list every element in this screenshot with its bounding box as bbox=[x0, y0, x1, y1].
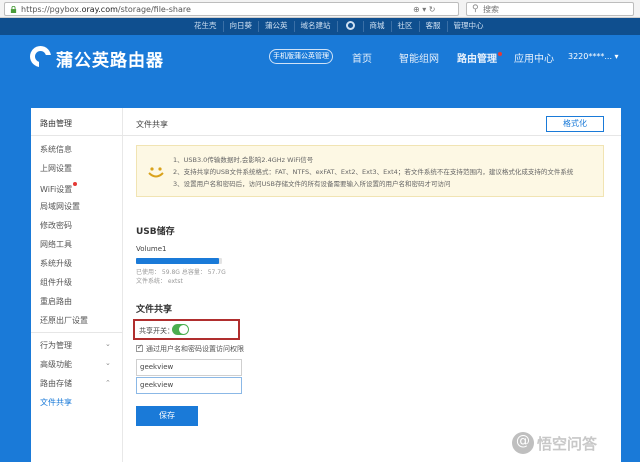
logo-icon bbox=[30, 46, 51, 67]
notification-dot bbox=[498, 52, 502, 56]
sidebar-group-behavior[interactable]: 行为管理 bbox=[40, 340, 72, 351]
volume-name: Volume1 bbox=[136, 245, 167, 253]
top-link-pugongying[interactable]: 蒲公英 bbox=[259, 21, 295, 32]
top-link-service[interactable]: 客服 bbox=[420, 21, 448, 32]
sidebar-item-net-tools[interactable]: 网络工具 bbox=[40, 239, 72, 250]
share-switch-highlight: 共享开关： bbox=[133, 319, 240, 340]
nav-networking[interactable]: 智能组网 bbox=[399, 50, 439, 65]
content-card: 路由管理 系统信息 上网设置 WiFi设置 局域网设置 修改密码 网络工具 系统… bbox=[31, 108, 621, 462]
format-button[interactable]: 格式化 bbox=[546, 116, 604, 132]
top-link-community[interactable]: 社区 bbox=[392, 21, 420, 32]
search-input[interactable] bbox=[483, 4, 628, 15]
main-panel: 文件共享 格式化 1、USB3.0传输数据时,会影响2.4GHz WiFi信号 … bbox=[123, 108, 621, 462]
site-header: 蒲公英路由器 手机版蒲公英管理 首页 智能组网 路由管理 应用中心 3220**… bbox=[0, 35, 640, 82]
chevron-down-icon[interactable]: ⌄ bbox=[105, 340, 111, 348]
share-toggle[interactable] bbox=[172, 324, 189, 335]
sidebar-item-password[interactable]: 修改密码 bbox=[40, 220, 72, 231]
nav-home[interactable]: 首页 bbox=[352, 50, 372, 65]
divider bbox=[123, 135, 621, 136]
divider bbox=[31, 135, 123, 136]
reload-icon[interactable]: ⊕ ▾ ↻ bbox=[413, 5, 436, 14]
nav-app-center[interactable]: 应用中心 bbox=[514, 50, 554, 65]
sidebar-group-advanced[interactable]: 高级功能 bbox=[40, 359, 72, 370]
search-icon: ⚲ bbox=[472, 4, 479, 14]
notice-box: 1、USB3.0传输数据时,会影响2.4GHz WiFi信号 2、支持共享的US… bbox=[136, 145, 604, 197]
top-link-domain[interactable]: 域名建站 bbox=[295, 21, 338, 32]
user-menu[interactable]: 3220****... ▾ bbox=[568, 52, 619, 61]
usb-section-title: USB储存 bbox=[136, 227, 175, 237]
browser-search[interactable]: ⚲ bbox=[466, 2, 634, 16]
address-bar[interactable]: https://pgybox.oray.com/storage/file-sha… bbox=[4, 2, 459, 16]
sidebar-item-lan[interactable]: 局域网设置 bbox=[40, 201, 80, 212]
volume-usage-fill bbox=[136, 258, 219, 264]
url-text: https://pgybox.oray.com/storage/file-sha… bbox=[21, 5, 191, 14]
mobile-manage-button[interactable]: 手机版蒲公英管理 bbox=[269, 49, 333, 64]
notice-line: 1、USB3.0传输数据时,会影响2.4GHz WiFi信号 bbox=[173, 156, 314, 164]
sidebar-item-system-upgrade[interactable]: 系统升级 bbox=[40, 258, 72, 269]
sidebar-item-component-upgrade[interactable]: 组件升级 bbox=[40, 277, 72, 288]
chevron-down-icon[interactable]: ⌄ bbox=[105, 359, 111, 367]
sidebar-item-reboot[interactable]: 重启路由 bbox=[40, 296, 72, 307]
watermark: 悟空问答 bbox=[512, 432, 597, 454]
auth-checkbox-label: 通过用户名和密码设置访问权限 bbox=[146, 345, 244, 353]
watermark-logo-icon bbox=[512, 432, 534, 454]
chevron-down-icon: ▾ bbox=[614, 52, 619, 61]
share-switch-label: 共享开关： bbox=[139, 327, 174, 335]
browser-toolbar: https://pgybox.oray.com/storage/file-sha… bbox=[0, 0, 640, 18]
save-button[interactable]: 保存 bbox=[136, 406, 198, 426]
smile-icon bbox=[148, 167, 164, 178]
top-link-huashengke[interactable]: 花生壳 bbox=[188, 21, 224, 32]
sidebar-item-internet[interactable]: 上网设置 bbox=[40, 163, 72, 174]
lock-icon bbox=[10, 6, 17, 13]
top-link-xiangrikui[interactable]: 向日葵 bbox=[224, 21, 259, 32]
auth-checkbox-row[interactable]: 通过用户名和密码设置访问权限 bbox=[136, 343, 244, 354]
sidebar-item-factory-reset[interactable]: 还原出厂设置 bbox=[40, 315, 88, 326]
sidebar-item-wifi[interactable]: WiFi设置 bbox=[40, 182, 78, 195]
chevron-up-icon[interactable]: ⌃ bbox=[105, 379, 111, 387]
auth-checkbox[interactable] bbox=[136, 343, 143, 352]
top-link-shop[interactable]: 商城 bbox=[364, 21, 392, 32]
volume-fs-text: 文件系统： extst bbox=[136, 278, 183, 285]
password-field[interactable]: geekview bbox=[136, 377, 242, 394]
notice-line: 2、支持共享的USB文件系统格式：FAT、NTFS、exFAT、Ext2、Ext… bbox=[173, 168, 574, 176]
volume-usage-bar bbox=[136, 258, 222, 264]
page-title: 文件共享 bbox=[136, 120, 168, 129]
sidebar-item-system-info[interactable]: 系统信息 bbox=[40, 144, 72, 155]
nav-router-manage[interactable]: 路由管理 bbox=[457, 50, 502, 65]
ring-icon bbox=[338, 21, 364, 32]
notice-line: 3、设置用户名和密码后，访问USB存储文件的所有设备需要输入所设置的用户名和密码… bbox=[173, 180, 451, 188]
divider bbox=[31, 332, 123, 333]
notification-dot bbox=[73, 182, 78, 186]
sidebar: 路由管理 系统信息 上网设置 WiFi设置 局域网设置 修改密码 网络工具 系统… bbox=[31, 108, 123, 462]
share-section-title: 文件共享 bbox=[136, 305, 173, 315]
volume-usage-text: 已使用： 59.8G 总容量： 57.7G bbox=[136, 269, 226, 276]
top-link-admin[interactable]: 管理中心 bbox=[448, 21, 490, 32]
sidebar-group-storage[interactable]: 路由存储 bbox=[40, 378, 72, 389]
sidebar-title: 路由管理 bbox=[40, 119, 72, 128]
oray-top-links: 花生壳 向日葵 蒲公英 域名建站 商城 社区 客服 管理中心 bbox=[0, 18, 640, 35]
logo-title[interactable]: 蒲公英路由器 bbox=[56, 46, 164, 71]
username-field[interactable]: geekview bbox=[136, 359, 242, 376]
sidebar-item-file-share[interactable]: 文件共享 bbox=[40, 397, 72, 408]
